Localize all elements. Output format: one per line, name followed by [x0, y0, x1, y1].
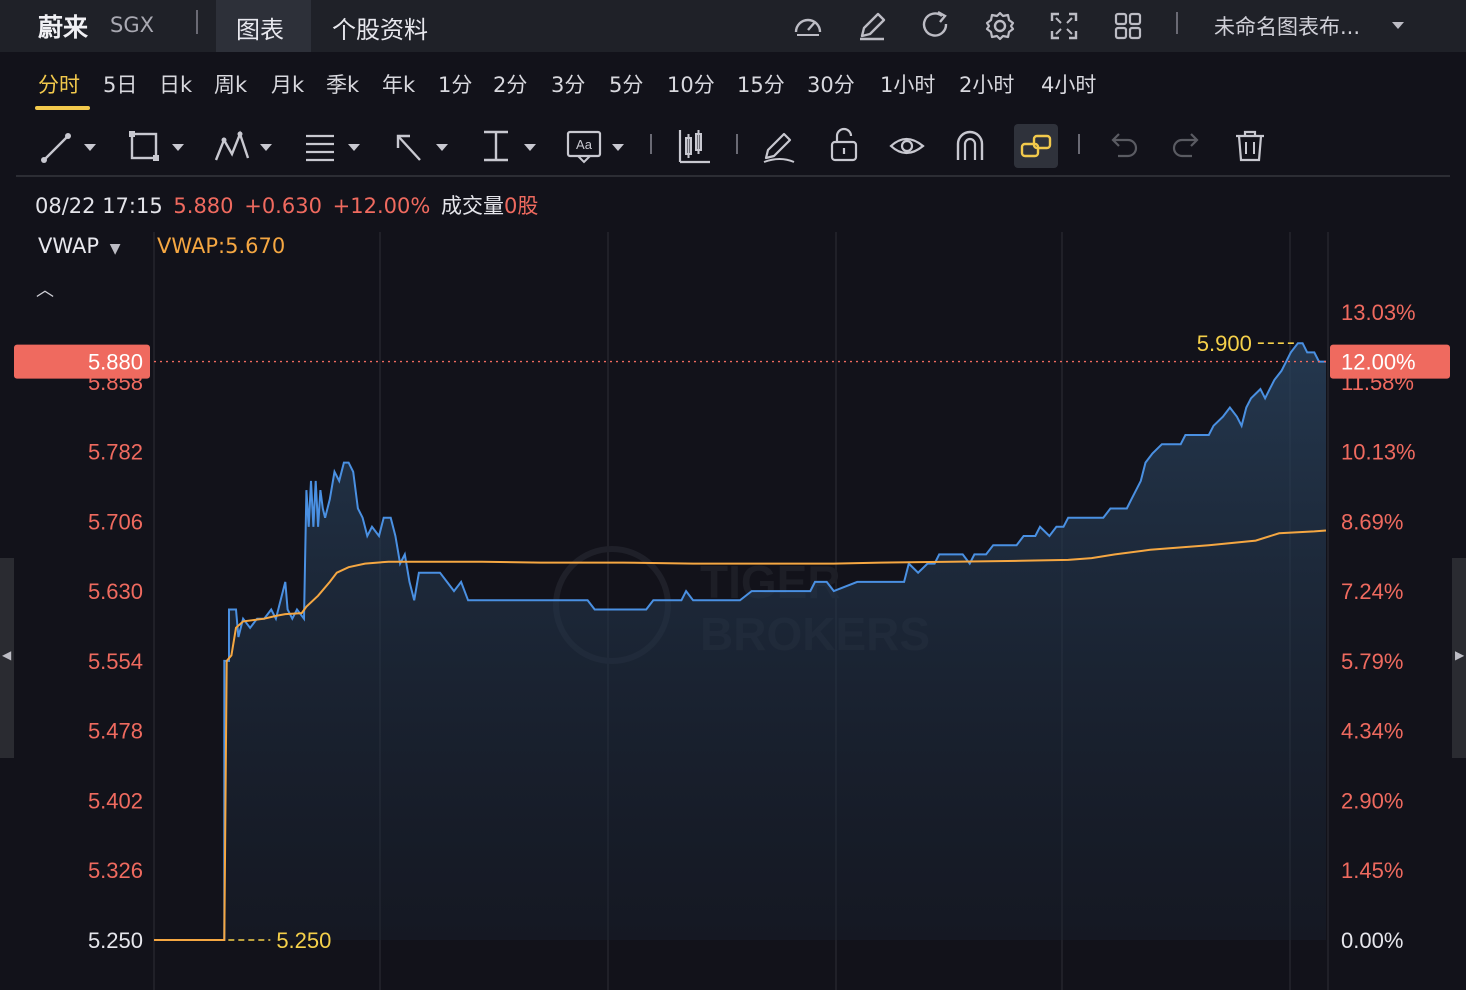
pct-axis-tick-label: 0.00% — [1341, 928, 1403, 953]
right-panel-handle[interactable]: ▶ — [1452, 558, 1466, 758]
current-pct-label: 12.00% — [1341, 350, 1416, 375]
vwap-value: VWAP:5.670 — [157, 234, 286, 258]
pct-axis-tick-label: 8.69% — [1341, 509, 1403, 534]
pct-axis-tick-label: 13.03% — [1341, 300, 1416, 325]
y-axis-tick-label: 5.326 — [88, 858, 143, 883]
quote-datetime: 08/22 17:15 — [35, 194, 163, 218]
price-area — [154, 343, 1326, 940]
pct-axis-tick-label: 7.24% — [1341, 579, 1403, 604]
chevron-right-icon: ▶ — [1455, 648, 1465, 662]
volume-label: 成交量 — [440, 194, 504, 218]
indicator-selector[interactable]: VWAP ▼ — [38, 234, 120, 258]
chevron-left-icon: ◀ — [2, 648, 12, 662]
y-axis-tick-label: 5.706 — [88, 509, 143, 534]
pct-axis-tick-label: 5.79% — [1341, 649, 1403, 674]
volume-value: 0股 — [503, 194, 539, 218]
y-axis-tick-label: 5.630 — [88, 579, 143, 604]
y-axis-tick-label: 5.402 — [88, 788, 143, 813]
pct-axis-tick-label: 4.34% — [1341, 719, 1403, 744]
pct-axis-tick-label: 10.13% — [1341, 440, 1416, 465]
indicator-name: VWAP — [38, 234, 100, 258]
y-axis-tick-label: 5.782 — [88, 440, 143, 465]
chevron-down-icon: ▼ — [109, 241, 121, 257]
quote-change-pct: +12.00% — [332, 194, 431, 218]
pct-axis-tick-label: 2.90% — [1341, 788, 1403, 813]
quote-info: 08/22 17:15 5.880 +0.630 +12.00% 成交量0股 — [35, 190, 542, 220]
pct-axis-tick-label: 1.45% — [1341, 858, 1403, 883]
y-axis-tick-label: 5.554 — [88, 649, 143, 674]
current-price-label: 5.880 — [88, 350, 143, 375]
quote-change: +0.630 — [244, 194, 322, 218]
high-price-label: 5.900 — [1197, 331, 1252, 356]
left-panel-handle[interactable]: ◀ — [0, 558, 14, 758]
y-axis-tick-label: 5.478 — [88, 719, 143, 744]
chevron-up-icon[interactable]: ︿ — [36, 276, 54, 302]
quote-price: 5.880 — [173, 194, 234, 218]
price-chart[interactable]: TIGERBROKERS5.2505.3265.4025.4785.5545.6… — [0, 0, 1466, 990]
low-price-label: 5.250 — [276, 928, 331, 953]
y-axis-tick-label: 5.250 — [88, 928, 143, 953]
